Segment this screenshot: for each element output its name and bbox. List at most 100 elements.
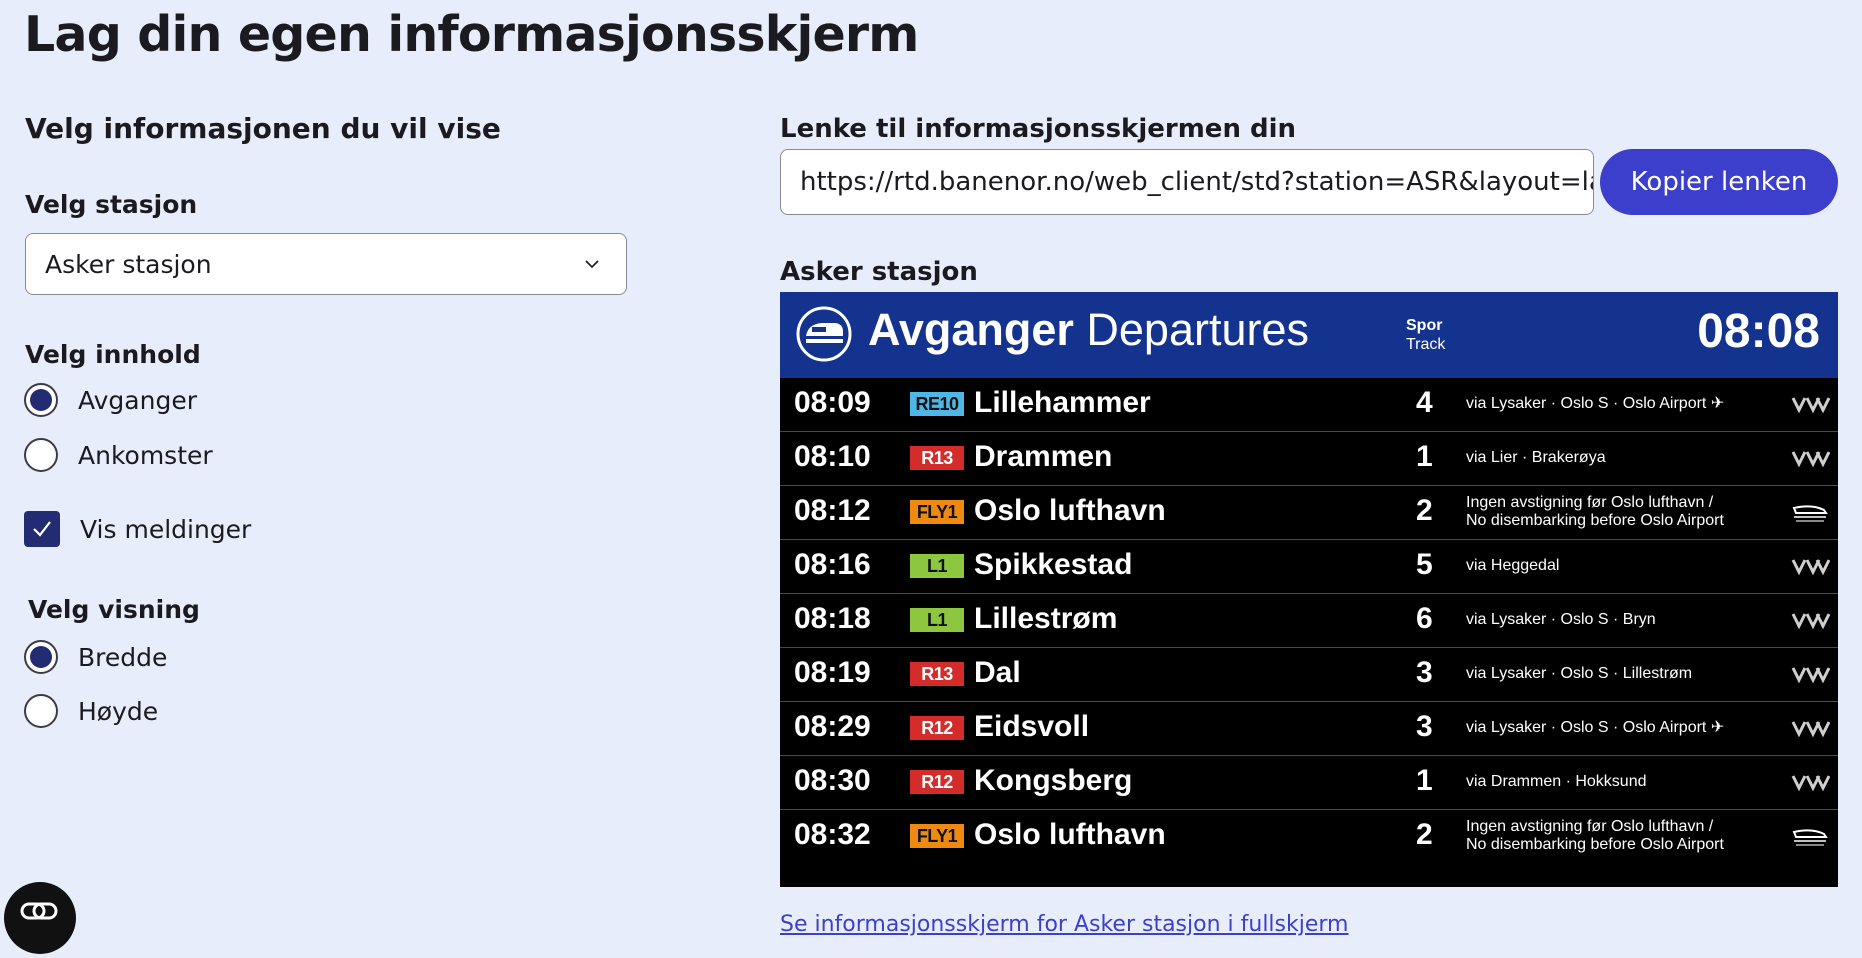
radio-hoyde[interactable]: Høyde: [24, 694, 158, 728]
radio-avganger[interactable]: Avganger: [24, 383, 197, 417]
checkbox-vis-meldinger[interactable]: Vis meldinger: [24, 511, 251, 547]
departure-time: 08:32: [794, 818, 871, 851]
vy-icon: [1790, 768, 1831, 796]
flytoget-icon: [1790, 822, 1830, 850]
destination: Drammen: [974, 440, 1113, 473]
chat-button[interactable]: [4, 882, 76, 954]
track-number: 1: [1416, 440, 1433, 473]
vy-icon: [1790, 444, 1831, 472]
line-badge: R12: [910, 716, 964, 740]
radio-button[interactable]: [24, 383, 58, 417]
line-badge: L1: [910, 554, 964, 578]
via-info: via Lier · Brakerøya: [1466, 449, 1766, 467]
track-number: 4: [1416, 386, 1433, 419]
radio-label: Avganger: [78, 385, 197, 415]
check-icon: [33, 521, 51, 537]
options-heading: Velg informasjonen du vil vise: [25, 112, 501, 145]
flytoget-icon: [1790, 498, 1830, 526]
station-label: Velg stasjon: [25, 190, 198, 219]
via-info: via Lysaker · Oslo S · Oslo Airport ✈: [1466, 719, 1766, 737]
radio-button[interactable]: [24, 694, 58, 728]
radio-selected-dot: [30, 646, 52, 668]
departure-row: 08:09 RE10 Lillehammer 4 via Lysaker · Oslo …: [780, 378, 1838, 432]
via-line-2: No disembarking before Oslo Airport: [1466, 512, 1724, 529]
radio-button[interactable]: [24, 640, 58, 674]
departure-time: 08:29: [794, 710, 871, 743]
departure-row: 08:30 R12 Kongsberg 1 via Drammen · Hokksund: [780, 756, 1838, 810]
destination: Dal: [974, 656, 1021, 689]
vy-icon: [1790, 390, 1831, 418]
departure-time: 08:09: [794, 386, 871, 419]
via-line-1: via Lysaker · Oslo S · Lillestrøm: [1466, 665, 1693, 682]
via-line-1: via Lysaker · Oslo S · Bryn: [1466, 611, 1656, 628]
departure-row: 08:12 FLY1 Oslo lufthavn 2 Ingen avstigning …: [780, 486, 1838, 540]
radio-selected-dot: [30, 389, 52, 411]
departure-time: 08:19: [794, 656, 871, 689]
departure-row: 08:29 R12 Eidsvoll 3 via Lysaker · Oslo S · …: [780, 702, 1838, 756]
view-label: Velg visning: [28, 595, 200, 624]
departure-time: 08:16: [794, 548, 871, 581]
track-number: 2: [1416, 494, 1433, 527]
track-header-en: Track: [1406, 336, 1446, 353]
track-number: 1: [1416, 764, 1433, 797]
chevron-down-icon: [585, 260, 599, 269]
via-info: via Lysaker · Oslo S · Lillestrøm: [1466, 665, 1766, 683]
chat-icon: [20, 902, 58, 920]
track-number: 2: [1416, 818, 1433, 851]
via-line-1: via Lysaker · Oslo S · Oslo Airport ✈: [1466, 719, 1725, 736]
vy-icon: [1790, 606, 1831, 634]
destination: Eidsvoll: [974, 710, 1090, 743]
departure-board: Avganger Departures Spor Track 08:08 08:…: [780, 292, 1838, 887]
via-line-2: No disembarking before Oslo Airport: [1466, 836, 1724, 853]
station-select-value: Asker stasjon: [45, 249, 212, 279]
line-badge: R13: [910, 446, 964, 470]
radio-label: Ankomster: [78, 440, 213, 470]
departure-row: 08:18 L1 Lillestrøm 6 via Lysaker · Oslo S ·…: [780, 594, 1838, 648]
board-clock: 08:08: [1697, 305, 1820, 358]
via-line-1: via Lysaker · Oslo S · Oslo Airport ✈: [1466, 395, 1725, 412]
board-title-no: Avganger: [868, 304, 1074, 355]
train-icon: [796, 306, 852, 362]
station-select[interactable]: Asker stasjon: [25, 233, 627, 295]
via-info: via Drammen · Hokksund: [1466, 773, 1766, 791]
track-number: 3: [1416, 710, 1433, 743]
radio-bredde[interactable]: Bredde: [24, 640, 167, 674]
via-line-1: Ingen avstigning før Oslo lufthavn /: [1466, 494, 1714, 511]
via-line-1: via Drammen · Hokksund: [1466, 773, 1647, 790]
line-badge: FLY1: [910, 824, 964, 848]
via-line-1: Ingen avstigning før Oslo lufthavn /: [1466, 818, 1714, 835]
departure-row: 08:10 R13 Drammen 1 via Lier · Brakerøya: [780, 432, 1838, 486]
via-info: Ingen avstigning før Oslo lufthavn / No d…: [1466, 818, 1766, 854]
line-badge: FLY1: [910, 500, 964, 524]
radio-label: Bredde: [78, 642, 168, 672]
preview-label: Asker stasjon: [780, 257, 978, 287]
track-header-no: Spor: [1406, 317, 1443, 334]
departure-time: 08:12: [794, 494, 871, 527]
destination: Kongsberg: [974, 764, 1133, 797]
radio-ankomster[interactable]: Ankomster: [24, 438, 213, 472]
departure-time: 08:30: [794, 764, 871, 797]
board-title-en: Departures: [1086, 304, 1310, 355]
link-label: Lenke til informasjonsskjermen din: [780, 114, 1297, 144]
board-title: Avganger Departures: [868, 304, 1309, 356]
destination: Lillehammer: [974, 386, 1151, 419]
checkbox[interactable]: [24, 511, 60, 547]
track-number: 3: [1416, 656, 1433, 689]
content-label: Velg innhold: [25, 340, 201, 369]
via-line-1: via Lier · Brakerøya: [1466, 449, 1606, 466]
line-badge: RE10: [910, 392, 964, 416]
copy-link-button[interactable]: Kopier lenken: [1600, 149, 1838, 215]
checkbox-label: Vis meldinger: [80, 514, 252, 544]
via-info: via Heggedal: [1466, 557, 1766, 575]
link-input[interactable]: https://rtd.banenor.no/web_client/std?st…: [780, 149, 1594, 215]
destination: Lillestrøm: [974, 602, 1118, 635]
fullscreen-link[interactable]: Se informasjonsskjerm for Asker stasjon …: [780, 912, 1348, 937]
line-badge: L1: [910, 608, 964, 632]
departure-time: 08:10: [794, 440, 871, 473]
radio-button[interactable]: [24, 438, 58, 472]
departure-row: 08:32 FLY1 Oslo lufthavn 2 Ingen avstigning …: [780, 810, 1838, 863]
departure-row: 08:16 L1 Spikkestad 5 via Heggedal: [780, 540, 1838, 594]
destination: Oslo lufthavn: [974, 818, 1166, 851]
destination: Spikkestad: [974, 548, 1133, 581]
page-title: Lag din egen informasjonsskjerm: [24, 6, 919, 63]
